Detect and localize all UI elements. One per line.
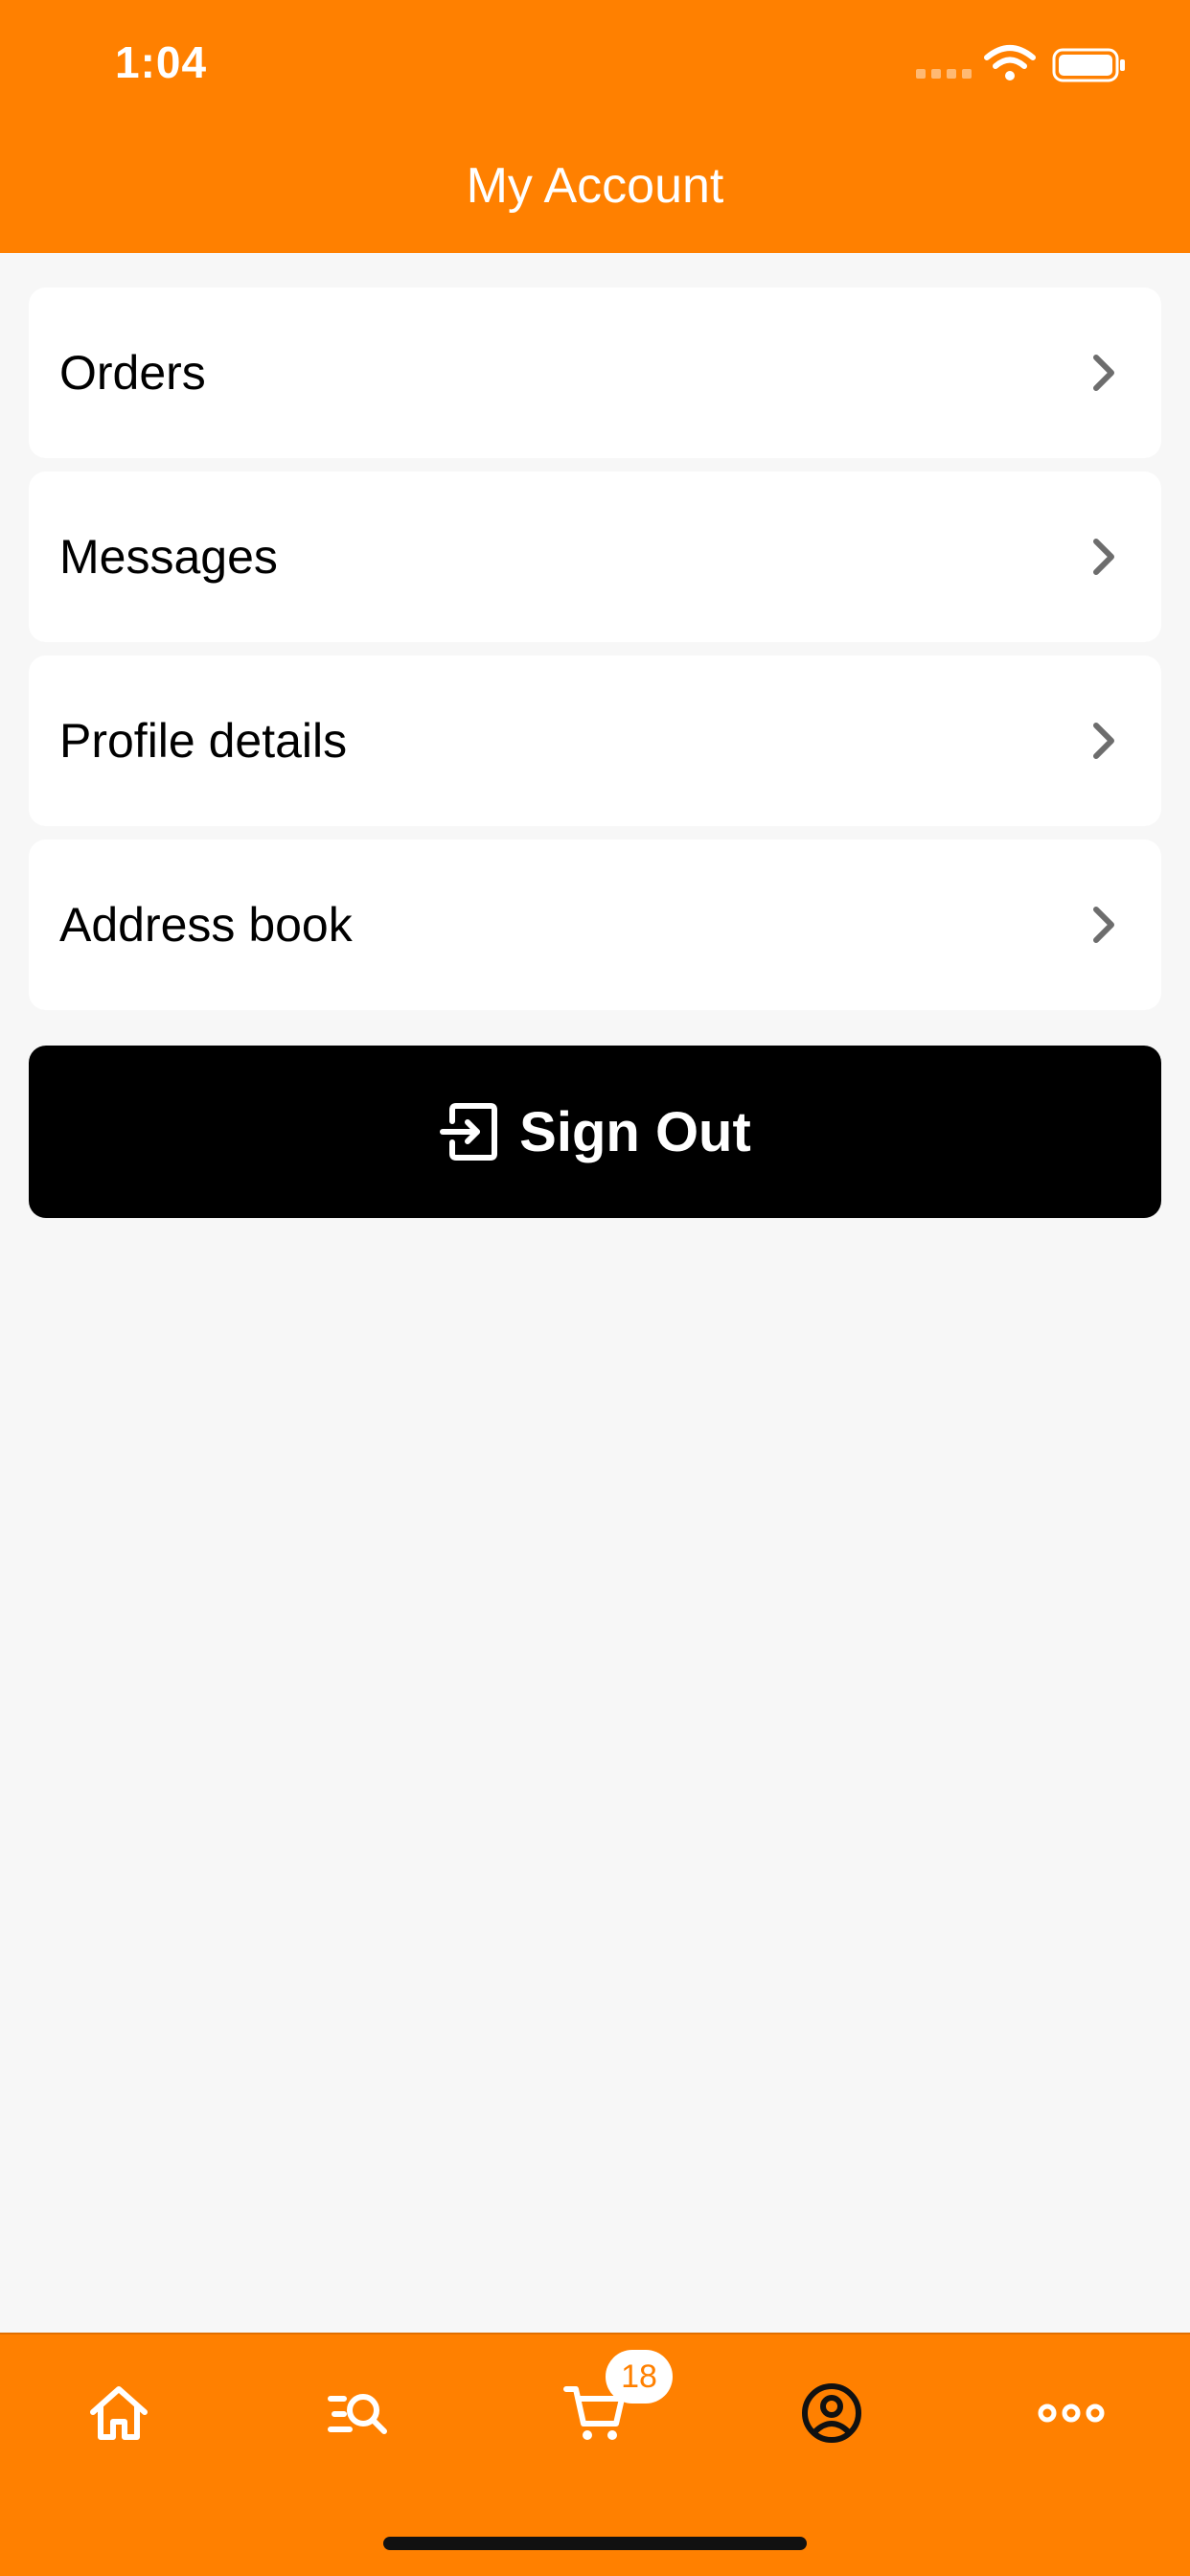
- chevron-right-icon: [1093, 355, 1114, 391]
- menu-item-label: Profile details: [59, 714, 348, 768]
- menu-item-profile-details[interactable]: Profile details: [29, 656, 1161, 826]
- sign-out-label: Sign Out: [519, 1100, 751, 1163]
- menu-item-address-book[interactable]: Address book: [29, 840, 1161, 1010]
- page-title: My Account: [466, 158, 724, 214]
- home-icon: [90, 2386, 148, 2440]
- chevron-right-icon: [1093, 723, 1114, 759]
- tab-search[interactable]: [320, 2375, 397, 2451]
- sign-out-icon: [440, 1103, 498, 1161]
- cellular-signal-icon: [916, 69, 972, 79]
- status-time: 1:04: [115, 37, 208, 87]
- battery-icon: [1052, 48, 1125, 82]
- menu-item-orders[interactable]: Orders: [29, 288, 1161, 458]
- account-icon: [802, 2383, 861, 2443]
- tab-more[interactable]: [1033, 2375, 1110, 2451]
- app-header: 1:04 My Account: [0, 0, 1190, 253]
- menu-item-label: Messages: [59, 530, 278, 584]
- cart-count-badge: 18: [606, 2350, 673, 2404]
- more-icon: [1038, 2404, 1105, 2423]
- home-indicator: [383, 2537, 807, 2550]
- menu-item-label: Orders: [59, 346, 206, 400]
- tab-home[interactable]: [80, 2375, 157, 2451]
- search-list-icon: [328, 2394, 387, 2434]
- sign-out-button[interactable]: Sign Out: [29, 1046, 1161, 1218]
- tab-account[interactable]: [793, 2375, 870, 2451]
- wifi-icon: [984, 45, 1036, 80]
- chevron-right-icon: [1093, 907, 1114, 943]
- menu-item-messages[interactable]: Messages: [29, 472, 1161, 642]
- chevron-right-icon: [1093, 539, 1114, 575]
- menu-item-label: Address book: [59, 898, 353, 952]
